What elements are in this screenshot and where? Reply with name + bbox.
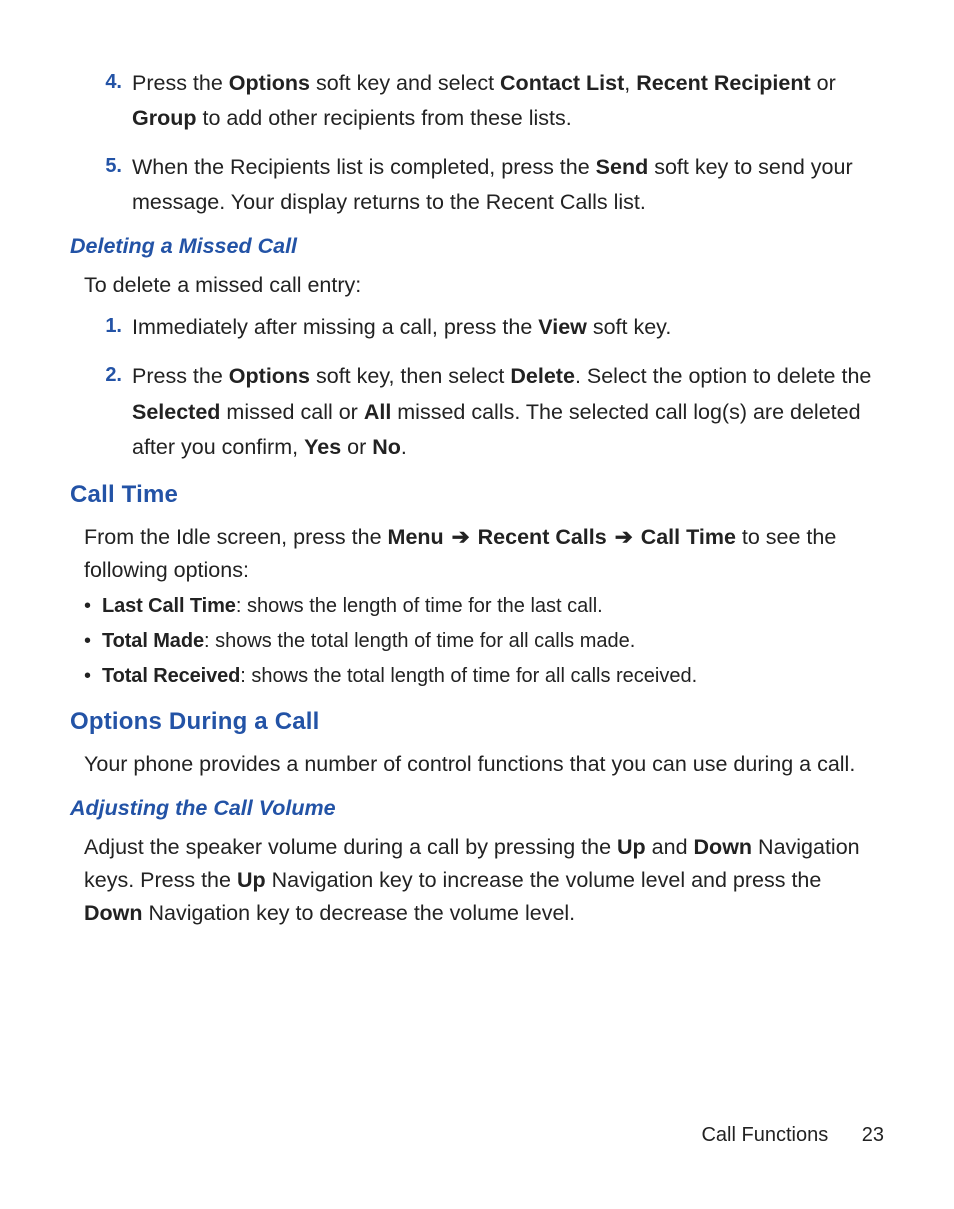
list-item: 1.Immediately after missing a call, pres… — [98, 310, 884, 345]
list-item: •Total Received: shows the total length … — [84, 661, 884, 692]
list-item: 4.Press the Options soft key and select … — [98, 66, 884, 136]
page-footer: Call Functions 23 — [701, 1124, 884, 1147]
heading-options-during-call: Options During a Call — [70, 708, 884, 736]
list-item: •Total Made: shows the total length of t… — [84, 626, 884, 657]
bullet-icon: • — [84, 661, 102, 691]
bullet-list-call-time: •Last Call Time: shows the length of tim… — [84, 591, 884, 692]
numbered-list-delete: 1.Immediately after missing a call, pres… — [70, 310, 884, 464]
intro-delete: To delete a missed call entry: — [84, 269, 884, 302]
bullet-icon: • — [84, 591, 102, 621]
numbered-list-top: 4.Press the Options soft key and select … — [70, 66, 884, 220]
list-item-text: Total Received: shows the total length o… — [102, 661, 884, 692]
list-item-text: When the Recipients list is completed, p… — [132, 150, 884, 220]
list-number: 5. — [98, 150, 132, 182]
list-number: 1. — [98, 310, 132, 342]
footer-section-label: Call Functions — [701, 1124, 828, 1146]
list-item-text: Immediately after missing a call, press … — [132, 310, 884, 345]
list-item: •Last Call Time: shows the length of tim… — [84, 591, 884, 622]
subheading-deleting-missed-call: Deleting a Missed Call — [70, 234, 884, 259]
arrow-icon: ➔ — [450, 521, 472, 554]
subheading-adjusting-call-volume: Adjusting the Call Volume — [70, 796, 884, 821]
intro-call-time: From the Idle screen, press the Menu ➔ R… — [84, 521, 884, 588]
list-item-text: Last Call Time: shows the length of time… — [102, 591, 884, 622]
arrow-icon: ➔ — [613, 521, 635, 554]
list-number: 4. — [98, 66, 132, 98]
list-item-text: Press the Options soft key and select Co… — [132, 66, 884, 136]
list-item-text: Total Made: shows the total length of ti… — [102, 626, 884, 657]
list-item: 2.Press the Options soft key, then selec… — [98, 359, 884, 464]
list-number: 2. — [98, 359, 132, 391]
list-item-text: Press the Options soft key, then select … — [132, 359, 884, 464]
heading-call-time: Call Time — [70, 481, 884, 509]
para-adjusting-call-volume: Adjust the speaker volume during a call … — [84, 831, 884, 931]
bullet-icon: • — [84, 626, 102, 656]
footer-page-number: 23 — [862, 1124, 884, 1146]
intro-options-during-call: Your phone provides a number of control … — [84, 748, 884, 781]
list-item: 5.When the Recipients list is completed,… — [98, 150, 884, 220]
